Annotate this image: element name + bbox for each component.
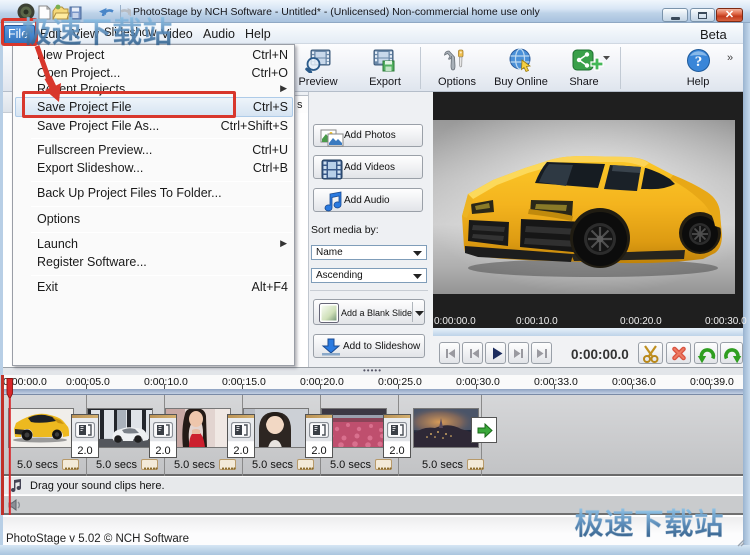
svg-text:?: ? — [695, 54, 703, 70]
